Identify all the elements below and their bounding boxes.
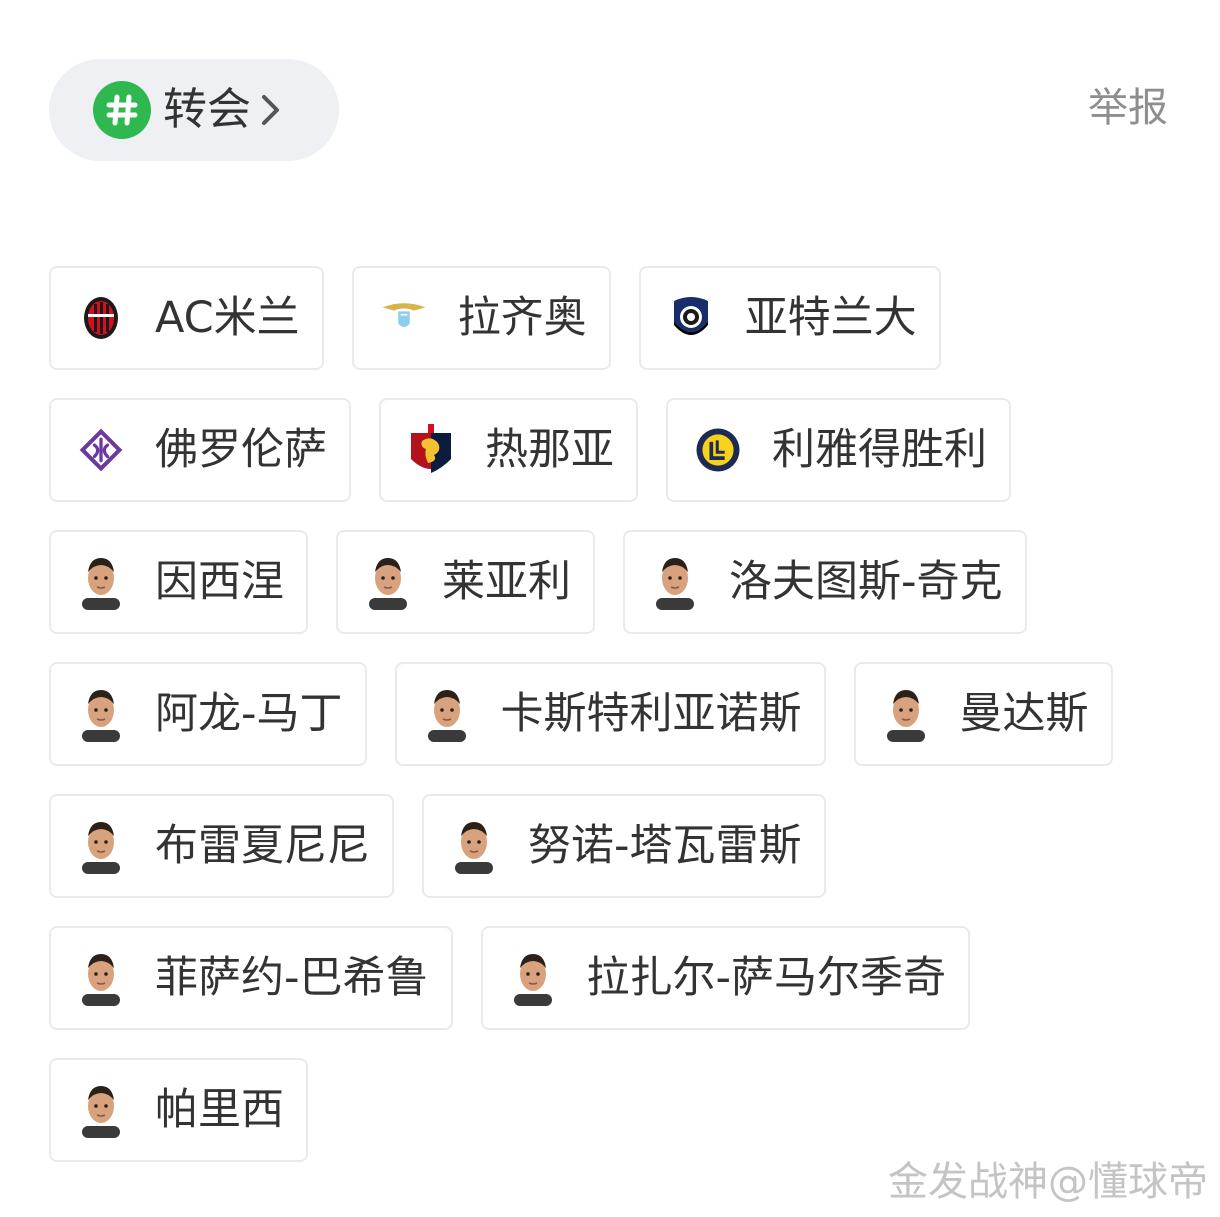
tag-item[interactable]: 热那亚	[379, 398, 638, 502]
tag-item[interactable]: 阿龙-马丁	[49, 662, 367, 766]
tag-item[interactable]: 莱亚利	[336, 530, 595, 634]
player-avatar-icon	[365, 558, 411, 610]
tag-item[interactable]: 洛夫图斯-奇克	[623, 530, 1027, 634]
tag-item[interactable]: AC米兰	[49, 266, 324, 370]
player-avatar-icon	[78, 954, 124, 1006]
player-avatar-icon	[451, 822, 497, 874]
atalanta-crest-icon	[668, 295, 714, 341]
player-avatar-icon	[78, 558, 124, 610]
tag-row: 菲萨约-巴希鲁 拉扎尔-萨马尔季奇	[49, 926, 1141, 1030]
tag-label: 热那亚	[485, 424, 614, 475]
player-avatar-icon	[78, 1086, 124, 1138]
player-avatar-icon	[78, 690, 124, 742]
tag-row: 帕里西	[49, 1058, 1141, 1162]
report-link[interactable]: 举报	[1088, 88, 1168, 128]
tag-item[interactable]: 布雷夏尼尼	[49, 794, 394, 898]
tag-row: 阿龙-马丁 卡斯特利亚诺斯 曼达斯	[49, 662, 1141, 766]
tag-item[interactable]: 菲萨约-巴希鲁	[49, 926, 453, 1030]
tag-item[interactable]: 帕里西	[49, 1058, 308, 1162]
tag-row: 佛罗伦萨 热那亚 利雅得胜利	[49, 398, 1141, 502]
al-nassr-crest-icon	[695, 427, 741, 473]
tag-item[interactable]: 佛罗伦萨	[49, 398, 351, 502]
player-avatar-icon	[510, 954, 556, 1006]
tag-label: 曼达斯	[959, 688, 1089, 739]
tag-item[interactable]: 亚特兰大	[638, 266, 941, 370]
lazio-crest-icon	[381, 295, 427, 341]
player-avatar-icon	[78, 822, 124, 874]
player-avatar-icon	[424, 690, 470, 742]
tag-item[interactable]: 拉齐奥	[351, 266, 611, 370]
tag-row: AC米兰 拉齐奥 亚特兰大	[49, 266, 1141, 370]
tag-label: 布雷夏尼尼	[155, 820, 370, 871]
tag-label: 佛罗伦萨	[155, 424, 327, 475]
tag-item[interactable]: 卡斯特利亚诺斯	[394, 662, 826, 766]
tag-label: 拉齐奥	[457, 292, 587, 343]
tag-label: 拉扎尔-萨马尔季奇	[586, 952, 947, 1003]
tag-label: 因西涅	[155, 556, 284, 607]
tag-list: AC米兰 拉齐奥 亚特兰大佛罗伦萨 热那亚 利雅得胜利因西涅 莱亚利 洛夫图斯-奇克阿龙-马…	[49, 266, 1141, 1190]
tag-label: 菲萨约-巴希鲁	[155, 952, 429, 1003]
tag-row: 因西涅 莱亚利 洛夫图斯-奇克	[49, 530, 1141, 634]
tag-item[interactable]: 曼达斯	[853, 662, 1113, 766]
tag-label: 阿龙-马丁	[155, 688, 343, 739]
player-avatar-icon	[652, 558, 698, 610]
tag-row: 布雷夏尼尼 努诺-塔瓦雷斯	[49, 794, 1141, 898]
tag-item[interactable]: 利雅得胜利	[666, 398, 1011, 502]
tag-label: 卡斯特利亚诺斯	[500, 688, 802, 739]
fiorentina-crest-icon	[78, 427, 124, 473]
watermark: 金发战神@懂球帝	[888, 1159, 1208, 1205]
chevron-right-icon	[259, 90, 289, 130]
tag-label: 亚特兰大	[744, 292, 917, 343]
player-avatar-icon	[883, 690, 929, 742]
topic-pill[interactable]: 转会	[49, 59, 339, 161]
hashtag-icon	[93, 81, 151, 139]
tag-item[interactable]: 因西涅	[49, 530, 308, 634]
tag-label: 洛夫图斯-奇克	[729, 556, 1003, 607]
tag-label: 利雅得胜利	[772, 424, 987, 475]
tag-item[interactable]: 拉扎尔-萨马尔季奇	[480, 926, 971, 1030]
tag-label: 莱亚利	[442, 556, 571, 607]
topic-label: 转会	[163, 84, 251, 135]
tag-label: 帕里西	[155, 1084, 284, 1135]
genoa-crest-icon	[408, 424, 454, 473]
ac-milan-crest-icon	[78, 295, 124, 341]
tag-label: 努诺-塔瓦雷斯	[528, 820, 802, 871]
tag-item[interactable]: 努诺-塔瓦雷斯	[422, 794, 826, 898]
tag-label: AC米兰	[155, 292, 300, 343]
